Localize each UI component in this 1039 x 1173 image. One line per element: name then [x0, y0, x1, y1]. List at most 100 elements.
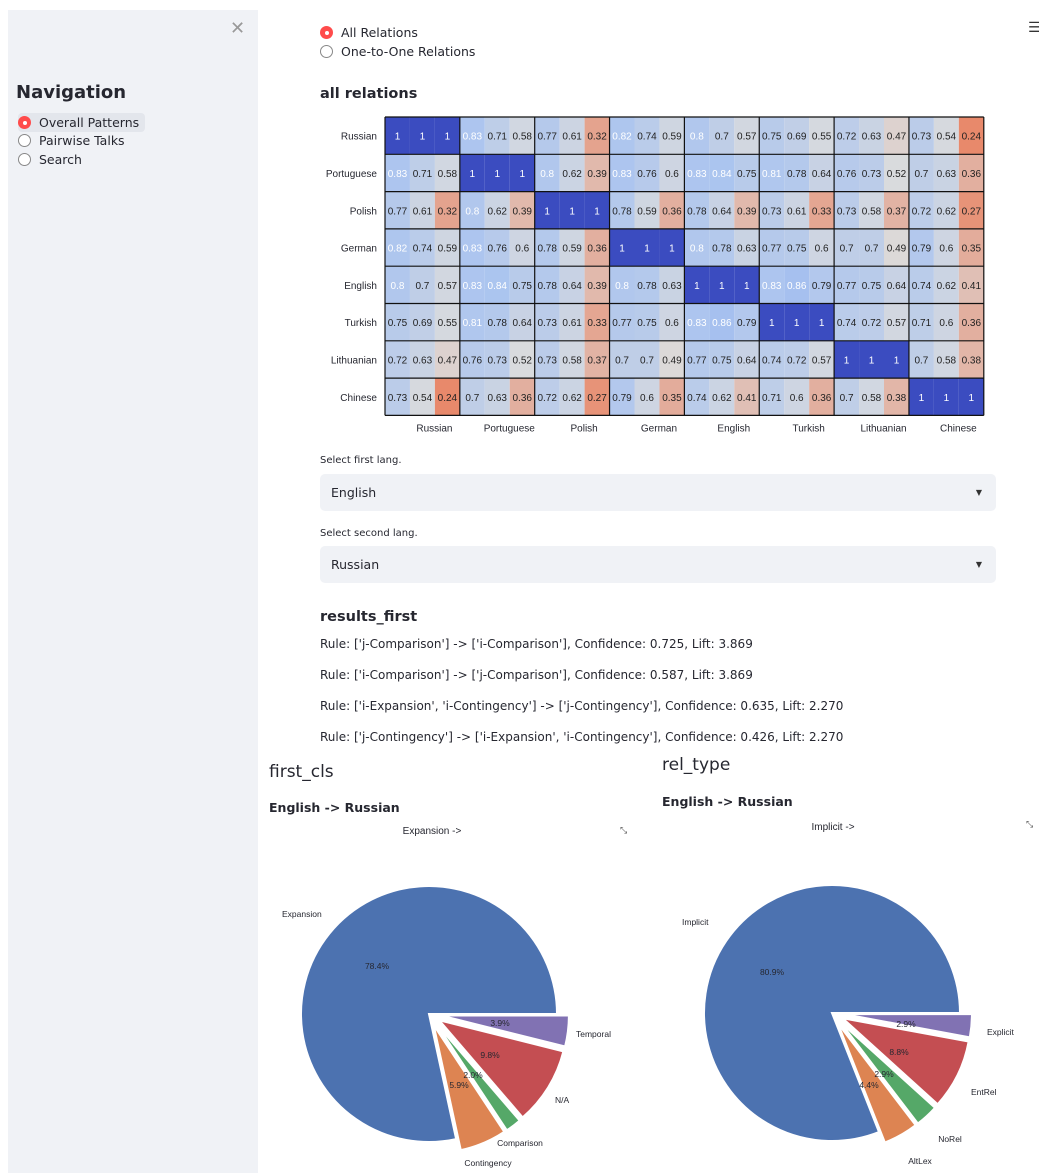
pie-slice-label: AltLex	[908, 1156, 932, 1166]
heatmap-cell-label: 0.38	[887, 393, 907, 404]
heatmap-cell-label: 0.71	[762, 393, 782, 404]
heatmap-cell-label: 0.39	[587, 281, 607, 292]
rule-line: Rule: ['j-Comparison'] -> ['i-Comparison…	[320, 637, 753, 651]
heatmap-cell-label: 1	[395, 132, 401, 143]
pie-pct-label: 8.8%	[889, 1047, 909, 1057]
heatmap-cell-label: 0.24	[438, 393, 458, 404]
menu-icon[interactable]: ☰	[1028, 20, 1039, 36]
pie-pct-label: 80.9%	[760, 967, 785, 977]
heatmap-cell-label: 1	[819, 318, 825, 329]
sidebar-item-label: Pairwise Talks	[39, 133, 125, 148]
heatmap-cell-label: 0.77	[762, 244, 782, 255]
heatmap-cell-label: 0.74	[762, 355, 782, 366]
heatmap-cell-label: 0.74	[637, 132, 657, 143]
heatmap-cell-label: 0.52	[887, 169, 907, 180]
heatmap-cell-label: 1	[944, 393, 950, 404]
heatmap-cell-label: 0.72	[787, 355, 807, 366]
heatmap-cell-label: 1	[445, 132, 451, 143]
pie-slice-label: N/A	[555, 1095, 570, 1105]
heatmap-cell-label: 0.7	[840, 244, 854, 255]
heatmap-cell-label: 0.62	[937, 206, 957, 217]
radio-icon	[320, 45, 333, 58]
pie-slice-label: NoRel	[938, 1134, 962, 1144]
heatmap-cell-label: 1	[794, 318, 800, 329]
heatmap-row-label: Portuguese	[326, 169, 378, 180]
heatmap-col-label: German	[641, 423, 677, 434]
heatmap-cell-label: 0.6	[640, 393, 654, 404]
heatmap-cell-label: 0.32	[438, 206, 458, 217]
pie-slice-label: Temporal	[576, 1029, 611, 1039]
heatmap-cell-label: 0.73	[912, 132, 932, 143]
radio-all-relations[interactable]: All Relations	[320, 25, 418, 40]
heatmap-cell-label: 0.37	[587, 355, 607, 366]
heatmap-cell-label: 0.79	[612, 393, 632, 404]
heatmap-cell-label: 0.27	[587, 393, 607, 404]
heatmap-cell-label: 0.8	[615, 281, 629, 292]
heatmap-cell-label: 0.58	[512, 132, 532, 143]
heatmap-cell-label: 0.61	[562, 318, 582, 329]
heatmap-cell-label: 0.59	[562, 244, 582, 255]
heatmap-cell-label: 0.24	[962, 132, 982, 143]
heatmap-cell-label: 0.73	[762, 206, 782, 217]
heatmap-cell-label: 0.78	[612, 206, 632, 217]
pie-slice-label: Expansion	[282, 909, 322, 919]
heatmap-cell-label: 0.55	[812, 132, 832, 143]
heatmap-cell-label: 0.7	[415, 281, 429, 292]
heatmap-cell-label: 0.78	[488, 318, 508, 329]
sidebar-extension	[8, 752, 258, 1173]
sidebar-item-label: Overall Patterns	[39, 115, 140, 130]
heatmap-cell-label: 0.75	[787, 244, 807, 255]
first-lang-select[interactable]: English ▼	[320, 474, 996, 511]
heatmap-cell-label: 0.36	[512, 393, 532, 404]
heatmap-cell-label: 0.64	[712, 206, 732, 217]
rule-line: Rule: ['j-Contingency'] -> ['i-Expansion…	[320, 730, 844, 744]
rel-type-pie-chart: Implicit -> Implicit 80.9% AltLex 4.4% NoRel 2…	[682, 822, 1015, 1166]
heatmap-col-label: Polish	[571, 423, 598, 434]
heatmap-cell-label: 0.7	[914, 355, 928, 366]
heatmap-cell-label: 1	[494, 169, 500, 180]
heatmap-cell-label: 0.57	[737, 132, 757, 143]
heatmap-cell-label: 0.78	[537, 244, 557, 255]
sidebar-item-search[interactable]: Search	[18, 152, 82, 167]
heatmap-cell-label: 0.77	[687, 355, 707, 366]
results-title: results_first	[320, 609, 418, 625]
pie-pct-label: 5.9%	[449, 1080, 469, 1090]
heatmap-cell-label: 0.81	[463, 318, 483, 329]
radio-one-to-one-relations[interactable]: One-to-One Relations	[320, 44, 475, 59]
heatmap-cell-label: 0.35	[662, 393, 682, 404]
second-lang-select[interactable]: Russian ▼	[320, 546, 996, 583]
heatmap-cell-label: 0.69	[413, 318, 433, 329]
heatmap-cell-label: 0.76	[637, 169, 657, 180]
pie-title: Implicit ->	[811, 822, 854, 833]
heatmap-cell-label: 0.59	[662, 132, 682, 143]
pie-slice-label: Implicit	[682, 917, 709, 927]
heatmap-cell-label: 0.58	[937, 355, 957, 366]
heatmap-cell-label: 0.7	[914, 169, 928, 180]
close-sidebar-icon[interactable]: ✕	[230, 18, 245, 39]
heatmap-cell-label: 0.69	[787, 132, 807, 143]
radio-label: One-to-One Relations	[341, 44, 476, 59]
heatmap-cell-label: 0.32	[587, 132, 607, 143]
sidebar-item-overall-patterns[interactable]: Overall Patterns	[18, 113, 146, 132]
heatmap-cell-label: 0.6	[815, 244, 829, 255]
heatmap-cell-label: 0.8	[540, 169, 554, 180]
heatmap-cell-label: 1	[669, 244, 675, 255]
heatmap-cell-label: 0.59	[637, 206, 657, 217]
heatmap-cell-label: 0.41	[737, 393, 757, 404]
heatmap-cell-label: 0.64	[812, 169, 832, 180]
heatmap-cell-label: 0.82	[388, 244, 408, 255]
sidebar-item-pairwise-talks[interactable]: Pairwise Talks	[18, 133, 125, 148]
heatmap-cell-label: 0.52	[512, 355, 532, 366]
heatmap-cell-label: 1	[694, 281, 700, 292]
heatmap-cell-label: 0.83	[687, 169, 707, 180]
heatmap-cell-label: 0.77	[388, 206, 408, 217]
pie-pct-label: 78.4%	[365, 961, 390, 971]
heatmap-cell-label: 0.6	[790, 393, 804, 404]
heatmap-cell-label: 0.63	[662, 281, 682, 292]
heatmap-col-label: Lithuanian	[860, 423, 906, 434]
heatmap-cell-label: 0.8	[391, 281, 405, 292]
heatmap-cell-label: 0.63	[413, 355, 433, 366]
heatmap-col-label: Chinese	[940, 423, 977, 434]
rule-line: Rule: ['i-Comparison'] -> ['j-Comparison…	[320, 668, 753, 682]
heatmap-cell-label: 1	[919, 393, 925, 404]
